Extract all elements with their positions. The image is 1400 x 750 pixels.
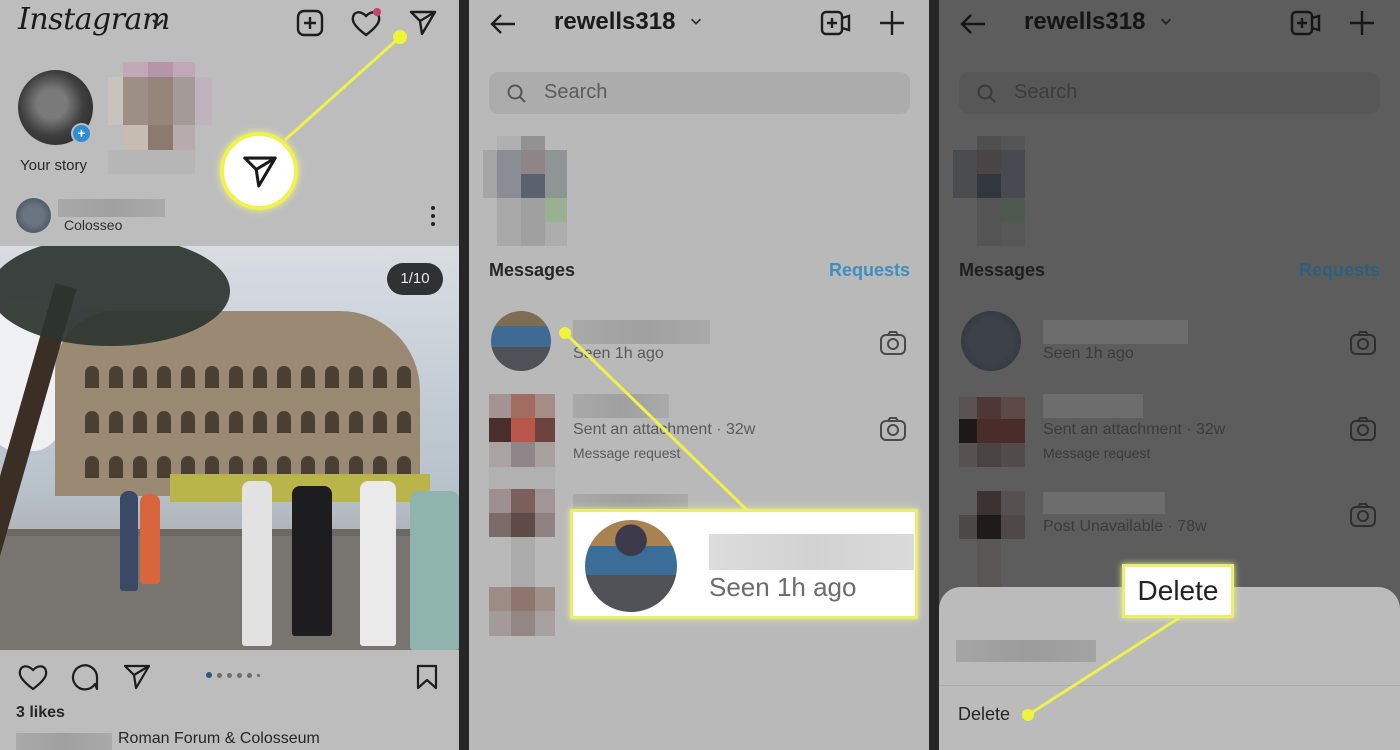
likes-count[interactable]: 3 likes [16,704,65,722]
post-photo[interactable] [0,246,459,650]
delete-option[interactable]: Delete [958,704,1010,725]
thread-status: Post Unavailable · 78w [1043,518,1207,535]
blurred-username [573,394,669,418]
account-username[interactable]: rewells318 [1024,8,1145,36]
like-icon[interactable] [17,662,49,692]
bookmark-icon[interactable] [414,663,440,691]
thread-request-label: Message request [1043,445,1151,461]
post-author-avatar[interactable] [16,198,51,233]
inbox-screen: rewells318 Search Messages Requests Seen… [469,0,930,750]
more-options-icon[interactable] [425,204,441,228]
carousel-dot [247,672,252,678]
blurred-username [709,534,914,570]
highlight-callout [220,132,298,210]
your-story-label: Your story [20,157,87,174]
blurred-username [58,199,165,217]
new-video-call-icon[interactable] [819,8,853,38]
camera-icon[interactable] [879,416,907,442]
camera-icon[interactable] [1349,330,1377,356]
direct-message-icon[interactable] [408,8,438,38]
chevron-down-icon[interactable] [150,14,166,30]
blurred-username [956,640,1096,662]
account-username[interactable]: rewells318 [554,8,675,36]
delete-screen: rewells318 Search Messages Requests Seen… [939,0,1400,750]
thread-status: Seen 1h ago [573,345,664,362]
instagram-logo[interactable]: Instagram [18,2,170,37]
blurred-username [573,320,710,344]
panel-divider [459,0,469,750]
comment-icon[interactable] [70,662,100,692]
highlight-callout: Delete [1122,564,1234,618]
callout-status: Seen 1h ago [709,572,857,602]
camera-icon[interactable] [879,330,907,356]
thread-avatar [961,311,1021,371]
messages-heading: Messages [489,260,576,280]
back-arrow-icon[interactable] [957,10,989,38]
blurred-username [1043,492,1165,514]
notification-dot [373,8,381,16]
camera-icon[interactable] [1349,416,1377,442]
new-message-icon[interactable] [877,8,907,38]
sheet-divider [939,685,1400,686]
search-placeholder: Search [1014,81,1078,103]
direct-message-icon [241,153,279,191]
photo-person [410,491,459,650]
requests-link[interactable]: Requests [1299,260,1380,281]
carousel-dot [237,672,242,678]
carousel-dot-active [206,672,212,678]
new-video-call-icon[interactable] [1289,8,1323,38]
carousel-counter: 1/10 [387,263,443,295]
search-placeholder: Search [544,81,608,103]
blurred-username [1043,320,1188,344]
chevron-down-icon[interactable] [689,14,703,28]
panel-divider [929,0,939,750]
highlight-callout: Seen 1h ago [570,509,918,619]
thread-request-label: Message request [573,445,681,461]
requests-link[interactable]: Requests [829,260,910,281]
add-story-icon[interactable]: + [71,123,92,144]
thread-avatar-zoomed [585,520,677,612]
chevron-down-icon[interactable] [1159,14,1173,28]
back-arrow-icon[interactable] [487,10,519,38]
thread-avatar [491,311,551,371]
carousel-dot [257,673,260,677]
blurred-username [16,733,112,750]
search-input[interactable]: Search [959,72,1380,114]
search-icon [506,83,528,105]
photo-person [140,494,160,584]
photo-person [242,481,272,646]
thread-status: Sent an attachment · 32w [573,421,756,438]
feed-screen: Instagram + Your story Colosseo 1/10 3 l… [0,0,459,750]
camera-icon[interactable] [1349,502,1377,528]
new-message-icon[interactable] [1347,8,1377,38]
share-icon[interactable] [122,662,152,692]
thread-status: Seen 1h ago [1043,345,1134,362]
photo-person [292,486,332,636]
messages-heading: Messages [959,260,1046,280]
heart-icon[interactable] [350,8,384,38]
blurred-username [1043,394,1143,418]
photo-person [120,491,138,591]
carousel-dot [227,672,232,678]
search-icon [976,83,998,105]
new-post-icon[interactable] [295,8,325,38]
post-caption: Roman Forum & Colosseum [118,730,320,747]
carousel-dot [217,672,222,678]
thread-status: Sent an attachment · 32w [1043,421,1226,438]
photo-person [360,481,396,646]
search-input[interactable]: Search [489,72,910,114]
carousel-dots [206,672,260,678]
post-location[interactable]: Colosseo [64,217,122,233]
